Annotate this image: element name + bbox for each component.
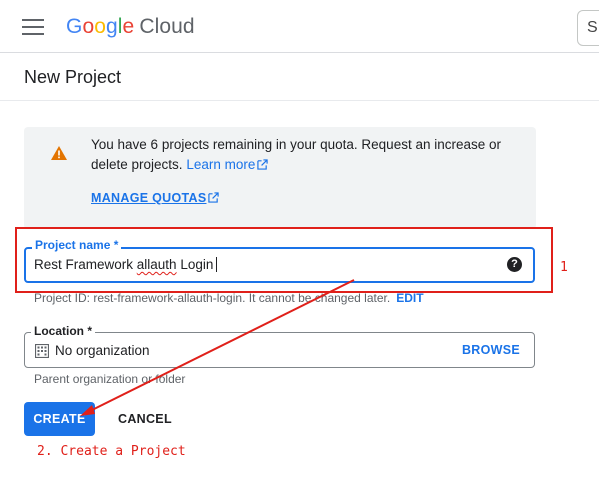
- manage-quotas-link[interactable]: MANAGE QUOTAS: [91, 191, 220, 205]
- quota-message: You have 6 projects remaining in your qu…: [91, 137, 502, 172]
- building-icon: [35, 344, 49, 358]
- learn-more-link[interactable]: Learn more: [186, 157, 269, 172]
- cancel-button[interactable]: CANCEL: [118, 412, 172, 426]
- external-link-icon: [257, 159, 269, 170]
- top-bar: Google Cloud S: [0, 0, 599, 53]
- location-value: No organization: [55, 343, 150, 358]
- logo-product-name: Cloud: [139, 15, 195, 38]
- create-button[interactable]: CREATE: [24, 402, 95, 436]
- annotation-step-2: 2. Create a Project: [37, 444, 186, 459]
- location-field[interactable]: Location * No organization BROWSE: [24, 324, 535, 368]
- annotation-highlight-box: [15, 227, 553, 293]
- location-hint: Parent organization or folder: [34, 372, 186, 386]
- page-title: New Project: [24, 67, 122, 87]
- main-menu-icon[interactable]: [22, 19, 44, 35]
- edit-project-id-link[interactable]: EDIT: [396, 291, 423, 305]
- search-box[interactable]: S: [577, 10, 599, 46]
- quota-notice: You have 6 projects remaining in your qu…: [24, 127, 536, 229]
- external-link-icon: [208, 192, 220, 203]
- browse-button[interactable]: BROWSE: [462, 343, 520, 357]
- annotation-step-1: 1: [560, 260, 568, 275]
- location-label: Location *: [31, 324, 96, 338]
- project-id-text: Project ID: rest-framework-allauth-login…: [34, 291, 424, 305]
- warning-icon: [51, 146, 67, 160]
- google-cloud-logo[interactable]: Google Cloud: [66, 15, 195, 39]
- page-header: New Project: [0, 54, 599, 101]
